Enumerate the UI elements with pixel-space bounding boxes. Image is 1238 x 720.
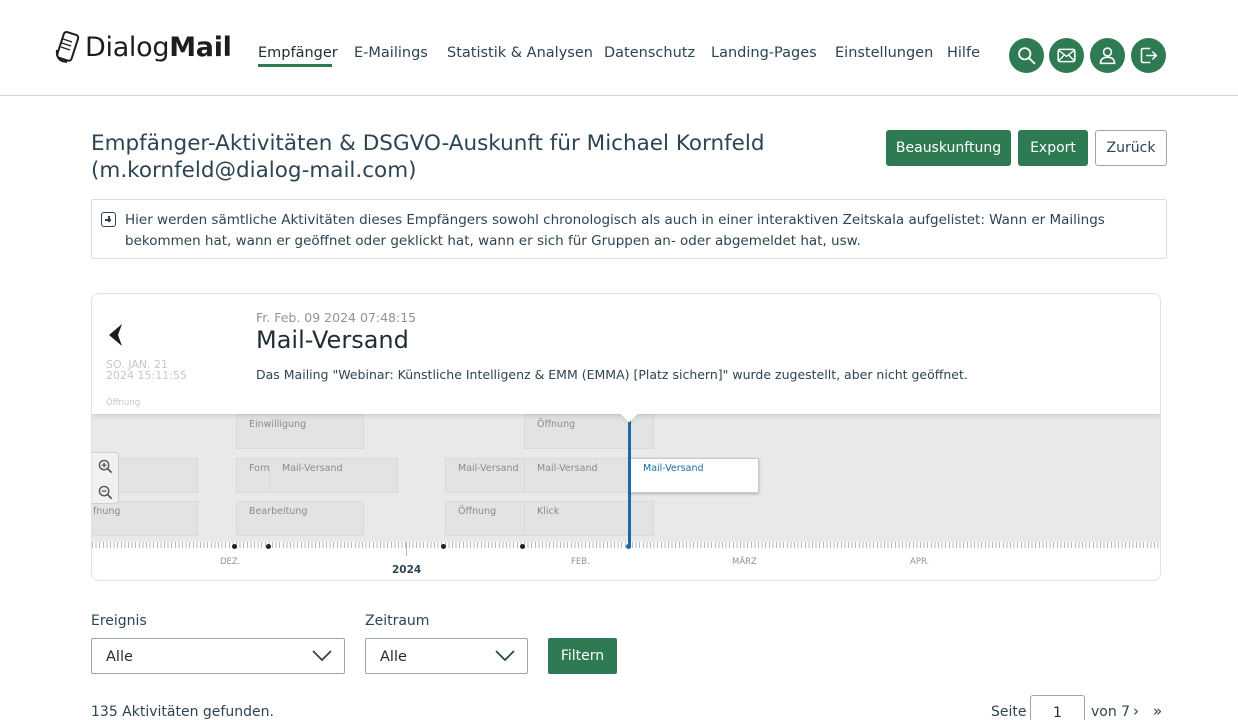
timeline-event[interactable]: Klick xyxy=(524,501,654,536)
timeline-events-area[interactable]: Einwilligung Öffnung rsand Form (Sing Ma… xyxy=(92,414,1160,542)
back-button[interactable]: Zurück xyxy=(1095,130,1167,166)
timeline-event[interactable]: Öffnung xyxy=(445,501,535,536)
chevron-left-icon[interactable] xyxy=(104,322,126,348)
nav-datenschutz[interactable]: Datenschutz xyxy=(604,45,695,61)
nav-statistik[interactable]: Statistik & Analysen xyxy=(447,45,593,61)
chevron-down-icon xyxy=(495,650,515,662)
nav-empfaenger[interactable]: Empfänger xyxy=(258,45,338,61)
active-nav-underline xyxy=(258,64,332,67)
last-page-icon[interactable]: » xyxy=(1153,702,1162,720)
axis-year-label: 2024 xyxy=(392,564,422,576)
timeline-event[interactable]: Mail-Versand xyxy=(269,458,398,493)
top-header: DialogMail Empfänger E-Mailings Statisti… xyxy=(0,0,1238,96)
beauskunftung-button[interactable]: Beauskunftung xyxy=(886,130,1011,166)
event-date: Fr. Feb. 09 2024 07:48:15 xyxy=(256,310,417,325)
axis-label-feb: FEB. xyxy=(571,557,590,567)
event-dot xyxy=(441,544,446,549)
event-filter-label: Ereignis xyxy=(91,613,147,629)
timeline-axis[interactable]: DEZ. 2024 FEB. MÄRZ APR. xyxy=(92,542,1160,580)
logout-icon xyxy=(1140,47,1158,64)
current-time-marker xyxy=(628,414,631,548)
previous-event-type: Öffnung xyxy=(106,398,141,408)
axis-label-maerz: MÄRZ xyxy=(732,557,757,567)
timeline-event[interactable]: Mail-Versand xyxy=(445,458,535,493)
filter-button[interactable]: Filtern xyxy=(548,638,617,674)
timeline-event[interactable]: Öffnung xyxy=(524,414,654,449)
timeline-detail-card: SO. JAN. 21 2024 15:11:55 Öffnung Fr. Fe… xyxy=(92,294,1160,414)
timeline-event[interactable]: Einwilligung xyxy=(236,414,364,449)
timeline-event-selected[interactable]: Mail-Versand xyxy=(630,458,759,493)
mail-icon xyxy=(1057,48,1076,63)
page-label: Seite xyxy=(991,704,1027,720)
event-select[interactable]: Alle xyxy=(91,638,345,674)
user-icon xyxy=(1099,47,1116,65)
timeline-event[interactable]: fnung xyxy=(92,501,198,536)
event-headline: Mail-Versand xyxy=(256,326,409,354)
info-box: Hier werden sämtliche Aktivitäten dieses… xyxy=(91,199,1167,259)
range-select-value: Alle xyxy=(380,649,407,665)
activity-timeline: SO. JAN. 21 2024 15:11:55 Öffnung Fr. Fe… xyxy=(91,293,1161,581)
event-select-value: Alle xyxy=(106,649,133,665)
page-total-label: von 7 xyxy=(1091,704,1131,720)
range-select[interactable]: Alle xyxy=(365,638,528,674)
page-number-input[interactable]: 1 xyxy=(1030,695,1085,720)
nav-landing-pages[interactable]: Landing-Pages xyxy=(711,45,817,61)
chevron-down-icon xyxy=(312,650,332,662)
info-text: Hier werden sämtliche Aktivitäten dieses… xyxy=(125,212,1105,249)
event-dot xyxy=(520,544,525,549)
zoom-in-button[interactable] xyxy=(92,453,119,479)
timeline-event[interactable]: Bearbeitung xyxy=(236,501,364,536)
nav-e-mailings[interactable]: E-Mailings xyxy=(354,45,428,61)
zoom-out-button[interactable] xyxy=(92,479,119,505)
logout-button[interactable] xyxy=(1131,38,1166,73)
axis-label-apr: APR. xyxy=(910,557,930,567)
expand-plus-icon[interactable] xyxy=(101,212,116,227)
zoom-out-icon xyxy=(98,485,113,499)
axis-label-dez: DEZ. xyxy=(220,557,241,567)
next-page-icon[interactable]: › xyxy=(1133,702,1139,720)
search-icon xyxy=(1018,47,1036,65)
search-button[interactable] xyxy=(1009,38,1044,73)
timeline-event[interactable]: Mail-Versand xyxy=(524,458,634,493)
export-button[interactable]: Export xyxy=(1018,130,1088,166)
nav-einstellungen[interactable]: Einstellungen xyxy=(835,45,933,61)
axis-major-tick xyxy=(406,542,407,556)
profile-button[interactable] xyxy=(1090,38,1125,73)
event-description: Das Mailing "Webinar: Künstliche Intelli… xyxy=(256,367,968,382)
zoom-controls xyxy=(92,452,119,504)
results-count: 135 Aktivitäten gefunden. xyxy=(91,704,274,720)
event-dot xyxy=(232,544,237,549)
nav-hilfe[interactable]: Hilfe xyxy=(947,45,980,61)
event-dot xyxy=(266,544,271,549)
mail-button[interactable] xyxy=(1049,38,1084,73)
page-title: Empfänger-Aktivitäten & DSGVO-Auskunft f… xyxy=(91,131,765,183)
range-filter-label: Zeitraum xyxy=(365,613,430,629)
zoom-in-icon xyxy=(98,459,113,473)
previous-event-date[interactable]: SO. JAN. 21 2024 15:11:55 xyxy=(106,359,196,381)
